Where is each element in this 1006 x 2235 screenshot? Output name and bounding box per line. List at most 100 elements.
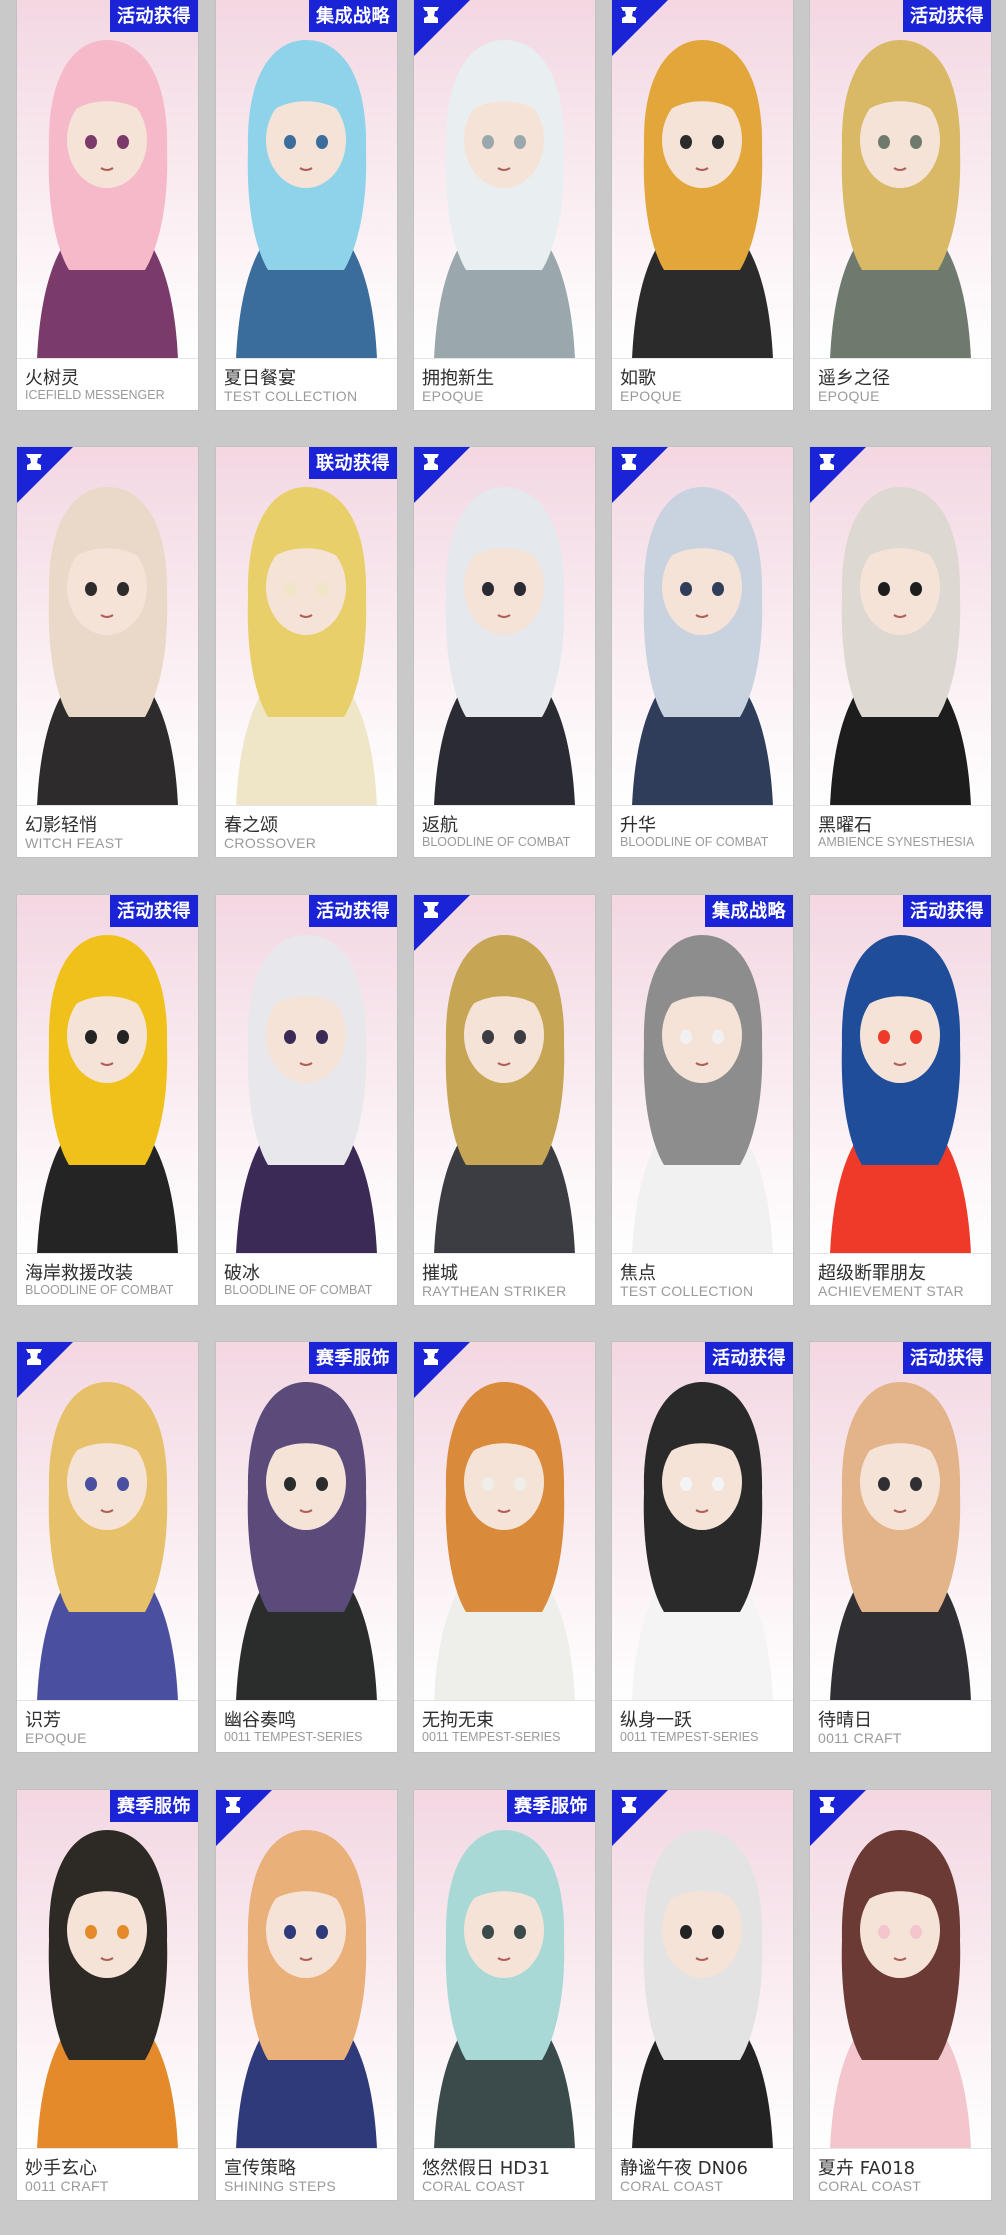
skin-card[interactable]: 活动获得 遥乡之径 EPOQUE bbox=[810, 0, 991, 410]
skin-series: CORAL COAST bbox=[818, 2178, 922, 2194]
skin-card[interactable]: 幻影轻悄 WITCH FEAST bbox=[17, 447, 198, 857]
skin-card[interactable]: 升华 BLOODLINE OF COMBAT bbox=[612, 447, 793, 857]
divider bbox=[810, 805, 991, 806]
divider bbox=[17, 1700, 198, 1701]
skin-card[interactable]: 赛季服饰 幽谷奏鸣 0011 TEMPEST-SERIES bbox=[216, 1342, 397, 1752]
skin-card[interactable]: 赛季服饰 妙手玄心 0011 CRAFT bbox=[17, 1790, 198, 2200]
skin-gallery-grid: 活动获得 火树灵 ICEFIELD MESSENGER 集成战略 夏日餐宴 TEST CO… bbox=[0, 0, 1006, 2235]
skin-card[interactable]: 返航 BLOODLINE OF COMBAT bbox=[414, 447, 595, 857]
skin-name: 返航 bbox=[422, 815, 458, 836]
skin-artwork bbox=[612, 1342, 793, 1701]
divider bbox=[216, 1700, 397, 1701]
skin-name: 超级断罪朋友 bbox=[818, 1263, 926, 1284]
skin-series: 0011 CRAFT bbox=[25, 2178, 109, 2194]
skin-name: 摧城 bbox=[422, 1263, 458, 1284]
chess-piece-icon bbox=[418, 3, 444, 27]
divider bbox=[612, 1253, 793, 1254]
skin-name: 无拘无束 bbox=[422, 1710, 494, 1731]
skin-artwork bbox=[216, 447, 397, 806]
acquisition-tag: 活动获得 bbox=[903, 895, 991, 927]
divider bbox=[216, 2148, 397, 2149]
skin-name: 悠然假日 HD31 bbox=[422, 2158, 551, 2179]
gallery-row: 赛季服饰 妙手玄心 0011 CRAFT 宣传策略 SHINING STEPS 赛季服饰悠… bbox=[0, 1790, 1006, 2200]
divider bbox=[414, 358, 595, 359]
divider bbox=[17, 805, 198, 806]
skin-card[interactable]: 集成战略 夏日餐宴 TEST COLLECTION bbox=[216, 0, 397, 410]
divider bbox=[612, 805, 793, 806]
skin-series: SHINING STEPS bbox=[224, 2178, 337, 2194]
skin-card[interactable]: 黑曜石 AMBIENCE SYNESTHESIA bbox=[810, 447, 991, 857]
skin-name: 夏卉 FA018 bbox=[818, 2158, 916, 2179]
divider bbox=[612, 2148, 793, 2149]
skin-card[interactable]: 摧城 RAYTHEAN STRIKER bbox=[414, 895, 595, 1305]
skin-artwork bbox=[810, 895, 991, 1254]
skin-name: 如歌 bbox=[620, 368, 656, 389]
skin-card[interactable]: 集成战略 焦点 TEST COLLECTION bbox=[612, 895, 793, 1305]
skin-series: ACHIEVEMENT STAR bbox=[818, 1283, 964, 1299]
skin-card[interactable]: 联动获得 春之颂 CROSSOVER bbox=[216, 447, 397, 857]
skin-name: 幽谷奏鸣 bbox=[224, 1710, 296, 1731]
skin-name: 海岸救援改装 bbox=[25, 1263, 133, 1284]
acquisition-tag: 活动获得 bbox=[705, 1342, 793, 1374]
skin-artwork bbox=[810, 0, 991, 359]
skin-series: ICEFIELD MESSENGER bbox=[25, 388, 165, 402]
skin-card[interactable]: 如歌 EPOQUE bbox=[612, 0, 793, 410]
skin-name: 待晴日 bbox=[818, 1710, 872, 1731]
skin-name: 幻影轻悄 bbox=[25, 815, 97, 836]
skin-artwork bbox=[810, 1342, 991, 1701]
skin-card[interactable]: 宣传策略 SHINING STEPS bbox=[216, 1790, 397, 2200]
skin-name: 焦点 bbox=[620, 1263, 656, 1284]
divider bbox=[17, 2148, 198, 2149]
skin-name: 识芳 bbox=[25, 1710, 61, 1731]
skin-series: CORAL COAST bbox=[620, 2178, 724, 2194]
gallery-row: 活动获得 火树灵 ICEFIELD MESSENGER 集成战略 夏日餐宴 TEST CO… bbox=[0, 0, 1006, 410]
skin-name: 升华 bbox=[620, 815, 656, 836]
divider bbox=[810, 358, 991, 359]
skin-series: EPOQUE bbox=[620, 388, 682, 404]
acquisition-tag: 活动获得 bbox=[110, 895, 198, 927]
skin-card[interactable]: 静谧午夜 DN06 CORAL COAST bbox=[612, 1790, 793, 2200]
skin-artwork bbox=[17, 895, 198, 1254]
chess-piece-icon bbox=[814, 1793, 840, 1817]
chess-piece-icon bbox=[220, 1793, 246, 1817]
skin-card[interactable]: 活动获得海岸救援改装 BLOODLINE OF COMBAT bbox=[17, 895, 198, 1305]
skin-card[interactable]: 活动获得 纵身一跃 0011 TEMPEST-SERIES bbox=[612, 1342, 793, 1752]
skin-name: 破冰 bbox=[224, 1263, 260, 1284]
divider bbox=[414, 805, 595, 806]
skin-card[interactable]: 活动获得 破冰 BLOODLINE OF COMBAT bbox=[216, 895, 397, 1305]
skin-card[interactable]: 赛季服饰 悠然假日 HD31 CORAL COAST bbox=[414, 1790, 595, 2200]
gallery-row: 活动获得 海岸救援改装 BLOODLINE OF COMBAT 活动获得 破冰 BLOOD… bbox=[0, 895, 1006, 1305]
skin-name: 遥乡之径 bbox=[818, 368, 890, 389]
skin-series: BLOODLINE OF COMBAT bbox=[224, 1283, 373, 1297]
skin-name: 拥抱新生 bbox=[422, 368, 494, 389]
skin-card[interactable]: 识芳 EPOQUE bbox=[17, 1342, 198, 1752]
acquisition-tag: 集成战略 bbox=[705, 895, 793, 927]
skin-name: 纵身一跃 bbox=[620, 1710, 692, 1731]
divider bbox=[17, 1253, 198, 1254]
skin-card[interactable]: 活动获得超级断罪朋友 ACHIEVEMENT STAR bbox=[810, 895, 991, 1305]
skin-artwork bbox=[17, 0, 198, 359]
skin-card[interactable]: 夏卉 FA018 CORAL COAST bbox=[810, 1790, 991, 2200]
skin-card[interactable]: 拥抱新生 EPOQUE bbox=[414, 0, 595, 410]
skin-card[interactable]: 活动获得 待晴日 0011 CRAFT bbox=[810, 1342, 991, 1752]
acquisition-tag: 赛季服饰 bbox=[507, 1790, 595, 1822]
divider bbox=[17, 358, 198, 359]
skin-series: BLOODLINE OF COMBAT bbox=[620, 835, 769, 849]
divider bbox=[414, 1253, 595, 1254]
divider bbox=[810, 2148, 991, 2149]
divider bbox=[414, 1700, 595, 1701]
skin-card[interactable]: 无拘无束 0011 TEMPEST-SERIES bbox=[414, 1342, 595, 1752]
gallery-row: 幻影轻悄 WITCH FEAST 联动获得 春之颂 CROSSOVER 返航 BLOODLI… bbox=[0, 447, 1006, 857]
skin-name: 火树灵 bbox=[25, 368, 79, 389]
skin-series: BLOODLINE OF COMBAT bbox=[25, 1283, 174, 1297]
divider bbox=[414, 2148, 595, 2149]
skin-name: 妙手玄心 bbox=[25, 2158, 97, 2179]
skin-series: EPOQUE bbox=[422, 388, 484, 404]
skin-series: BLOODLINE OF COMBAT bbox=[422, 835, 571, 849]
chess-piece-icon bbox=[418, 898, 444, 922]
skin-series: CROSSOVER bbox=[224, 835, 317, 851]
skin-card[interactable]: 活动获得 火树灵 ICEFIELD MESSENGER bbox=[17, 0, 198, 410]
chess-piece-icon bbox=[616, 1793, 642, 1817]
chess-piece-icon bbox=[616, 450, 642, 474]
skin-series: 0011 TEMPEST-SERIES bbox=[224, 1730, 363, 1744]
